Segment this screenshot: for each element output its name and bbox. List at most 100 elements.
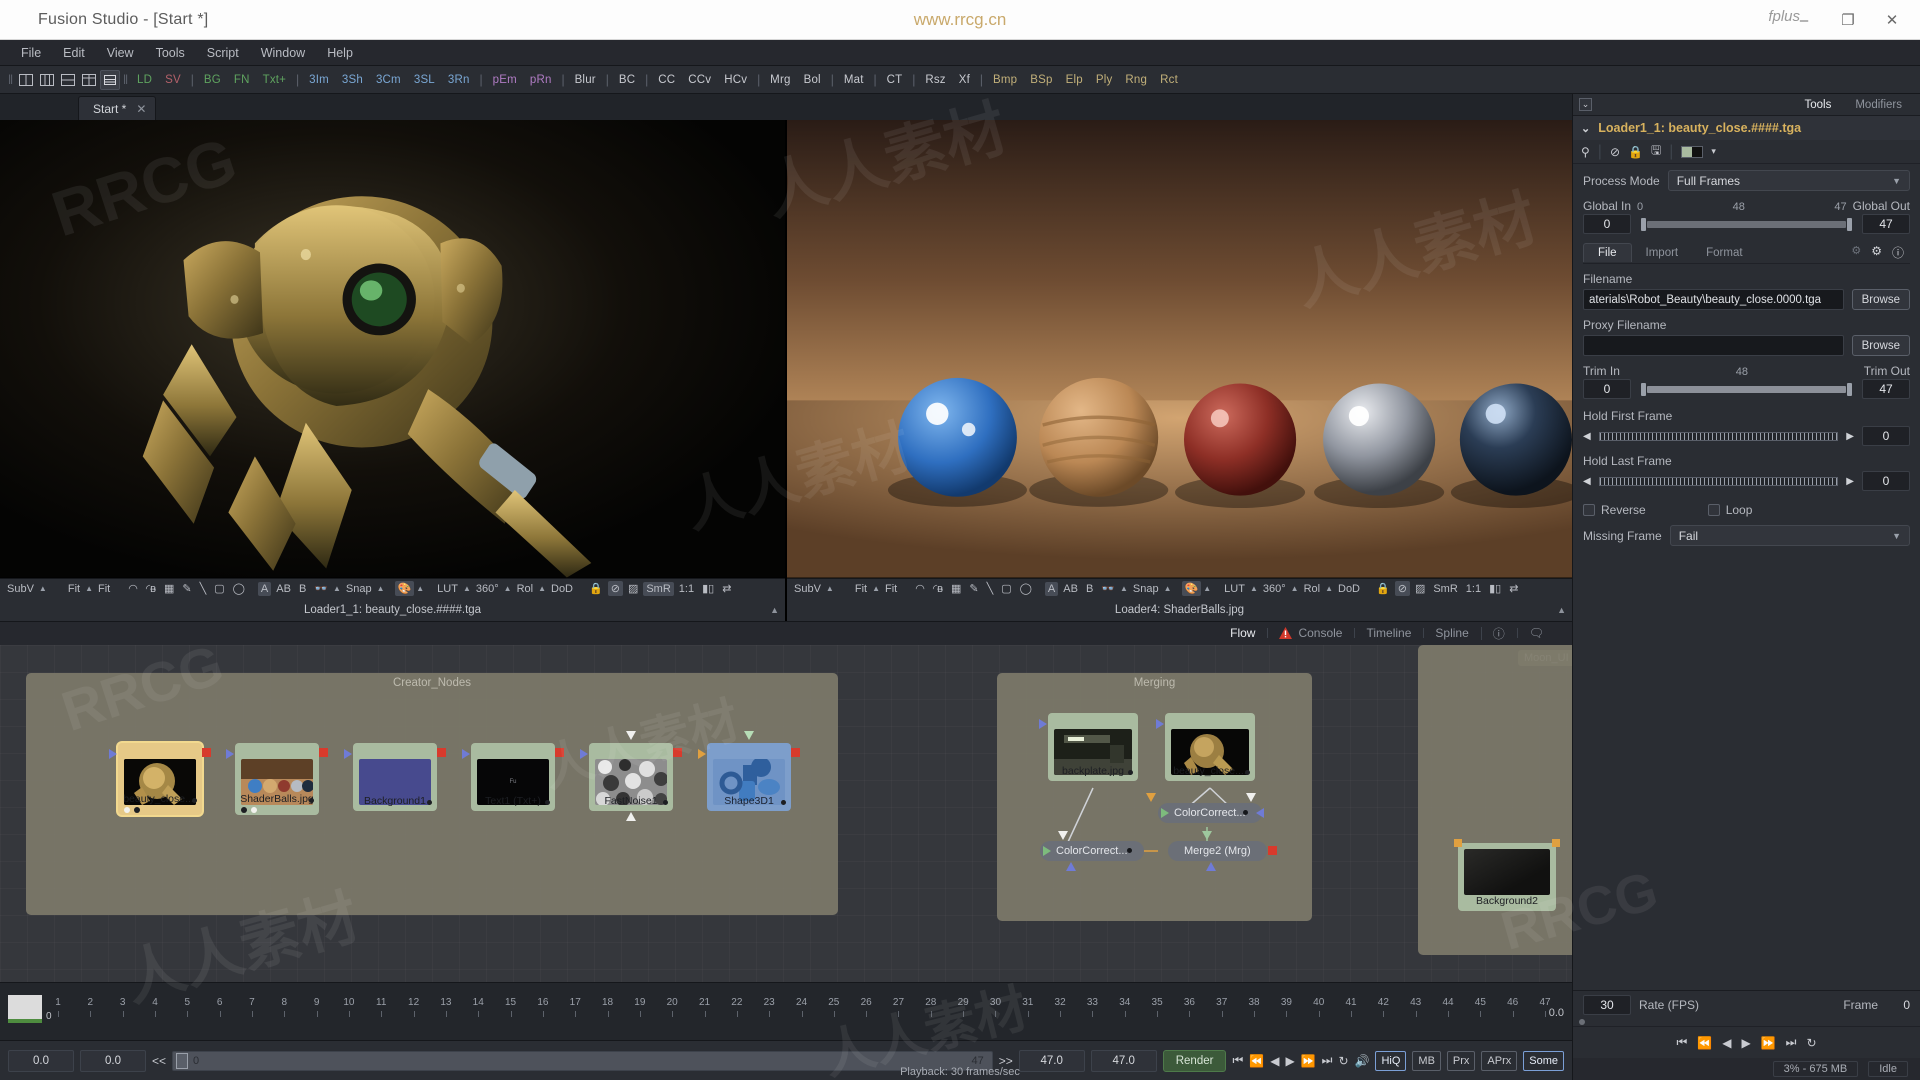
toolbar-button-xf[interactable]: Xf <box>953 72 976 88</box>
node-input-pin[interactable] <box>344 748 352 759</box>
toolbar-button-ccv[interactable]: CCv <box>682 72 717 88</box>
node-input-pin[interactable] <box>1043 845 1051 856</box>
toolbar-button-mrg[interactable]: Mrg <box>764 72 796 88</box>
loop-icon[interactable]: ↻ <box>1806 1036 1816 1050</box>
toolbar-button-cc[interactable]: CC <box>652 72 681 88</box>
toolbar-button-pem[interactable]: pEm <box>487 72 523 88</box>
transport-current-frame-field-2[interactable]: 47.0 <box>1090 1049 1157 1072</box>
chevron-up-icon[interactable]: ▲ <box>872 584 880 593</box>
grid-warp-icon[interactable]: ▦ <box>948 581 964 596</box>
ellipse-mask-icon[interactable]: ◯ <box>230 581 248 596</box>
node-input-pin[interactable] <box>1161 807 1169 818</box>
chevron-up-icon[interactable]: ▲ <box>1120 584 1128 593</box>
viewer-360-button[interactable]: 360° <box>473 582 502 596</box>
node-merge2[interactable]: Merge2 (Mrg) <box>1168 830 1277 871</box>
play-icon[interactable]: ▶ <box>1285 1054 1294 1068</box>
chevron-up-icon[interactable]: ▲ <box>333 584 341 593</box>
chevron-up-icon[interactable]: ▲ <box>1250 584 1258 593</box>
node-output-pin[interactable] <box>555 747 564 757</box>
subtab-format[interactable]: Format <box>1692 244 1756 262</box>
bspline-tool-icon[interactable]: ◜ᴃ <box>143 581 159 596</box>
menu-item-tools[interactable]: Tools <box>145 43 196 63</box>
viewer-fit-button-2[interactable]: Fit <box>95 582 113 596</box>
paint-tool-icon[interactable]: ✎ <box>179 581 194 596</box>
global-range-slider[interactable] <box>1639 217 1854 231</box>
chevron-up-icon[interactable]: ▲ <box>39 584 47 593</box>
rectangle-mask-icon[interactable]: ▢ <box>211 581 227 596</box>
viewer-lut-button[interactable]: LUT <box>434 582 461 596</box>
toolbar-button-fn[interactable]: FN <box>228 72 256 88</box>
node-output-pin[interactable] <box>1255 807 1264 818</box>
hold-first-frame-slider[interactable] <box>1598 430 1839 442</box>
viewer-lut-button[interactable]: LUT <box>1221 582 1248 596</box>
reverse-checkbox[interactable] <box>1583 504 1595 516</box>
viewer-right-canvas[interactable] <box>787 120 1572 578</box>
play-reverse-icon[interactable]: ◀ <box>1722 1036 1731 1050</box>
node-background1[interactable]: Background1 <box>344 742 446 811</box>
trim-range-slider[interactable] <box>1639 382 1854 396</box>
filename-browse-button[interactable]: Browse <box>1851 289 1910 310</box>
toolbar-button-3cm[interactable]: 3Cm <box>370 72 407 88</box>
gear-icon[interactable]: ⚙ <box>1871 244 1882 261</box>
toolbar-button-rsz[interactable]: Rsz <box>919 72 951 88</box>
viewer-rol-button[interactable]: Rol <box>514 582 537 596</box>
toolbar-button-hcv[interactable]: HCv <box>718 72 753 88</box>
chevron-up-icon[interactable]: ▲ <box>538 584 546 593</box>
settings-dim-icon[interactable]: ⚙ <box>1851 244 1861 261</box>
play-icon[interactable]: ▶ <box>1741 1036 1750 1050</box>
rectangle-mask-icon[interactable]: ▢ <box>998 581 1014 596</box>
proxy-filename-input[interactable] <box>1583 335 1844 356</box>
rate-fps-value[interactable]: 30 <box>1583 994 1631 1015</box>
menu-item-help[interactable]: Help <box>316 43 364 63</box>
node-output-pin[interactable] <box>202 747 211 757</box>
loop-checkbox[interactable] <box>1707 504 1720 516</box>
toggle-aprx[interactable]: APrx <box>1481 1050 1518 1071</box>
viewer-dod-button[interactable]: DoD <box>1335 582 1363 596</box>
chevron-up-icon[interactable]: ▲ <box>85 584 93 593</box>
node-view-dots[interactable] <box>241 806 257 813</box>
menu-item-script[interactable]: Script <box>196 43 250 63</box>
play-reverse-icon[interactable]: ◀ <box>1270 1054 1279 1068</box>
node-backplate[interactable]: backplate.jpg <box>1039 712 1138 781</box>
viewer-left-canvas[interactable] <box>0 120 785 578</box>
subtab-import[interactable]: Import <box>1632 244 1693 262</box>
node-background2[interactable]: Background2 <box>1454 838 1560 911</box>
node-input-pin[interactable] <box>1454 838 1462 847</box>
tab-console[interactable]: Console <box>1267 624 1354 642</box>
grid-warp-icon[interactable]: ▦ <box>161 581 177 596</box>
transport-scrub-bar[interactable]: 0 47 <box>172 1050 993 1071</box>
proxy-filename-browse-button[interactable]: Browse <box>1851 335 1910 356</box>
layout-single-icon[interactable] <box>100 69 120 90</box>
toolbar-button-bg[interactable]: BG <box>198 72 227 88</box>
node-output-pin[interactable] <box>673 747 682 757</box>
viewer-snap-button[interactable]: Snap <box>343 582 375 596</box>
time-ruler[interactable]: 0 1 2 3 4 5 6 7 8 9 10 11 12 13 14 15 16 17 18 19 20 21 22 23 2… <box>0 982 1572 1040</box>
node-colorcorrect-lower[interactable]: ColorCorrect... <box>1040 830 1144 871</box>
toolbar-button-bol[interactable]: Bol <box>798 72 827 88</box>
info-icon[interactable]: ⓘ <box>1480 623 1517 644</box>
viewer-one-to-one-button[interactable]: 1:1 <box>676 582 697 596</box>
prev-key-icon[interactable]: ⏪ <box>1249 1054 1264 1068</box>
ellipse-mask-icon[interactable]: ◯ <box>1017 581 1035 596</box>
node-fastnoise1[interactable]: FastNoise1 <box>580 730 682 821</box>
node-text1[interactable]: Fu Text1 (Txt+) <box>462 742 564 811</box>
tab-modifiers[interactable]: Modifiers <box>1843 97 1914 113</box>
node-output-pin[interactable] <box>319 747 328 757</box>
toggle-prx[interactable]: Prx <box>1446 1050 1476 1071</box>
frame-value[interactable]: 0 <box>1886 998 1910 1012</box>
transport-start-field[interactable]: 0.0 <box>8 1049 74 1072</box>
bspline-tool-icon[interactable]: ◜ᴃ <box>930 581 946 596</box>
menu-item-file[interactable]: File <box>10 43 52 63</box>
toolbar-button-txtplus[interactable]: Txt+ <box>257 72 293 88</box>
comment-icon[interactable]: 🗨 <box>1516 624 1556 642</box>
viewer-buffer-b-button[interactable]: B <box>1083 582 1096 596</box>
node-graph[interactable]: Moon_UI Creator_Nodes Merging <box>0 644 1572 982</box>
bezier-tool-icon[interactable]: ◠ <box>912 581 928 596</box>
viewer-snap-button[interactable]: Snap <box>1130 582 1162 596</box>
hold-last-frame-value[interactable]: 0 <box>1862 471 1910 491</box>
lock-icon[interactable]: 🔒 <box>1628 145 1643 159</box>
chevron-up-icon[interactable]: ▲ <box>1164 584 1172 593</box>
next-key-icon[interactable]: ⏩ <box>1761 1036 1776 1050</box>
chevron-up-icon[interactable]: ▲ <box>377 584 385 593</box>
subview-swap-icon[interactable]: ⊘ <box>607 581 623 597</box>
